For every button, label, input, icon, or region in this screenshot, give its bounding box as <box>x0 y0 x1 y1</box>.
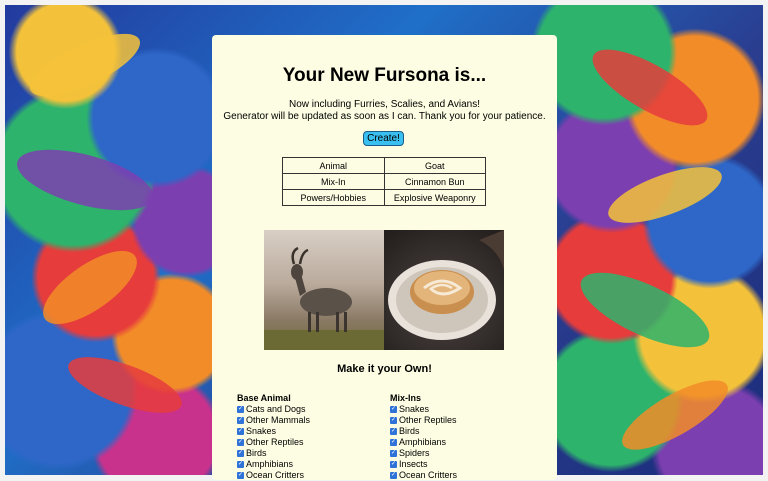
checkbox-checked-icon[interactable]: ✓ <box>237 450 244 457</box>
result-value-animal: Goat <box>383 157 486 174</box>
checkbox-checked-icon[interactable]: ✓ <box>237 461 244 468</box>
checkbox-checked-icon[interactable]: ✓ <box>237 428 244 435</box>
checkbox-checked-icon[interactable]: ✓ <box>390 472 397 479</box>
result-label-animal: Animal <box>282 157 385 174</box>
page-title: Your New Fursona is... <box>282 65 487 86</box>
checkbox-option[interactable]: ✓ Other Mammals <box>237 415 310 426</box>
result-value-powers: Explosive Weaponry <box>383 189 486 206</box>
checkbox-label: Ocean Critters <box>399 470 458 480</box>
checkbox-option[interactable]: ✓ Other Reptiles <box>237 437 310 448</box>
goat-photo <box>264 230 384 350</box>
checkbox-checked-icon[interactable]: ✓ <box>237 472 244 479</box>
customize-title: Make it your Own! <box>337 363 432 375</box>
result-label-mixin: Mix-In <box>282 173 385 190</box>
checkbox-checked-icon[interactable]: ✓ <box>237 417 244 424</box>
checkbox-checked-icon[interactable]: ✓ <box>390 450 397 457</box>
cinnamon-bun-photo <box>384 230 504 350</box>
checkbox-label: Birds <box>399 426 420 436</box>
checkbox-option[interactable]: ✓ Other Reptiles <box>390 415 457 426</box>
checkbox-checked-icon[interactable]: ✓ <box>390 428 397 435</box>
checkbox-option[interactable]: ✓ Snakes <box>390 404 457 415</box>
create-button[interactable]: Create! <box>363 131 404 146</box>
checkbox-option[interactable]: ✓ Insects <box>390 459 457 470</box>
checkbox-label: Insects <box>399 459 428 469</box>
subtitle-line-2: Generator will be updated as soon as I c… <box>223 111 546 122</box>
checkbox-checked-icon[interactable]: ✓ <box>237 406 244 413</box>
checkbox-label: Cats and Dogs <box>246 404 306 414</box>
table-row: Powers/Hobbies Explosive Weaponry <box>282 189 486 206</box>
checkbox-option[interactable]: ✓ Snakes <box>237 426 310 437</box>
result-label-powers: Powers/Hobbies <box>282 189 385 206</box>
checkbox-label: Other Mammals <box>246 415 311 425</box>
checkbox-label: Snakes <box>246 426 277 436</box>
checkbox-option[interactable]: ✓ Spiders <box>390 448 457 459</box>
subtitle-line-1: Now including Furries, Scalies, and Avia… <box>288 99 481 110</box>
result-images <box>264 230 504 350</box>
result-value-mixin: Cinnamon Bun <box>383 173 486 190</box>
mix-ins-heading: Mix-Ins <box>390 393 422 403</box>
checkbox-label: Amphibians <box>399 437 447 447</box>
checkbox-label: Amphibians <box>246 459 294 469</box>
checkbox-label: Snakes <box>399 404 430 414</box>
checkbox-option[interactable]: ✓ Birds <box>237 448 310 459</box>
checkbox-label: Other Reptiles <box>246 437 304 447</box>
checkbox-option[interactable]: ✓ Cats and Dogs <box>237 404 310 415</box>
checkbox-checked-icon[interactable]: ✓ <box>390 406 397 413</box>
checkbox-option[interactable]: ✓ Amphibians <box>390 437 457 448</box>
checkbox-label: Ocean Critters <box>246 470 305 480</box>
checkbox-label: Birds <box>246 448 267 458</box>
checkbox-option[interactable]: ✓ Ocean Critters <box>390 470 457 481</box>
checkbox-checked-icon[interactable]: ✓ <box>390 417 397 424</box>
result-table: Animal Goat Mix-In Cinnamon Bun Powers/H… <box>282 157 486 206</box>
base-animal-heading: Base Animal <box>237 393 291 403</box>
checkbox-label: Spiders <box>399 448 430 458</box>
mix-in-options: Mix-Ins ✓ Snakes ✓ Other Reptiles ✓ Birds ✓… <box>390 393 457 481</box>
table-row: Animal Goat <box>282 157 486 174</box>
checkbox-option[interactable]: ✓ Birds <box>390 426 457 437</box>
checkbox-checked-icon[interactable]: ✓ <box>237 439 244 446</box>
checkbox-option[interactable]: ✓ Amphibians <box>237 459 310 470</box>
table-row: Mix-In Cinnamon Bun <box>282 173 486 190</box>
generator-panel: Your New Fursona is... Now including Fur… <box>212 35 557 480</box>
checkbox-option[interactable]: ✓ Ocean Critters <box>237 470 310 481</box>
checkbox-checked-icon[interactable]: ✓ <box>390 439 397 446</box>
checkbox-label: Other Reptiles <box>399 415 457 425</box>
base-animal-options: Base Animal ✓ Cats and Dogs ✓ Other Mammal… <box>237 393 310 481</box>
checkbox-checked-icon[interactable]: ✓ <box>390 461 397 468</box>
subtitle: Now including Furries, Scalies, and Avia… <box>212 99 557 123</box>
